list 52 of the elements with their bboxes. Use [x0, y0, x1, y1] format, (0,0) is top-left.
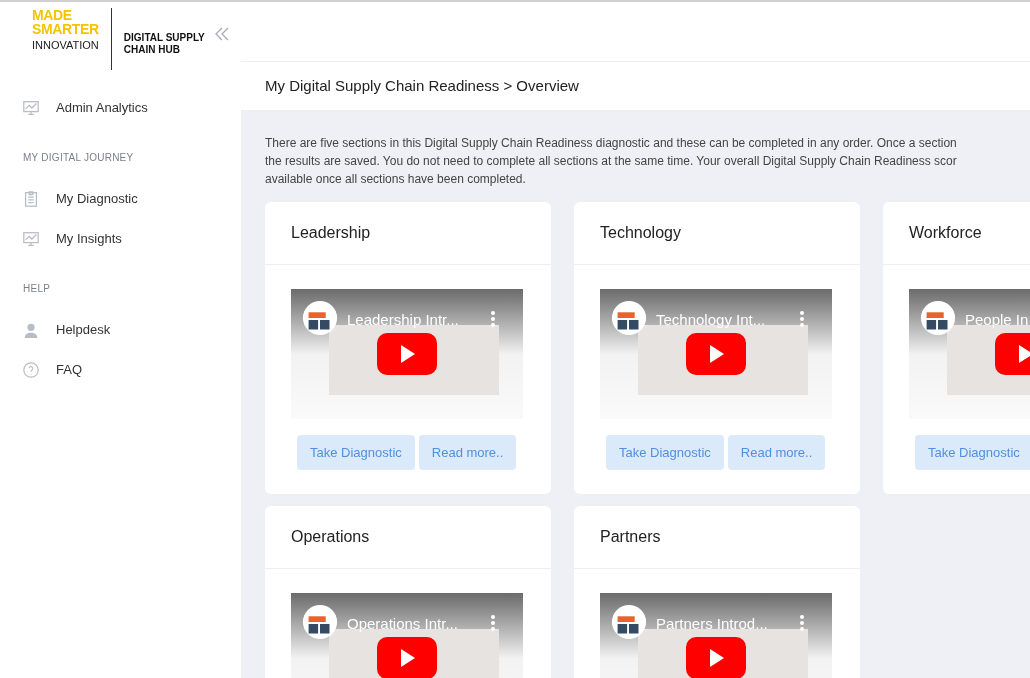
brand-subtitle: INNOVATION — [32, 40, 99, 51]
product-name: DIGITAL SUPPLY CHAIN HUB — [123, 32, 206, 56]
play-icon[interactable] — [686, 637, 746, 678]
take-diagnostic-button[interactable]: Take Diagnostic — [915, 435, 1030, 470]
brand-wordmark: SMARTER — [32, 22, 99, 36]
card-title: Partners — [600, 527, 661, 547]
take-diagnostic-button[interactable]: Take Diagnostic — [606, 435, 724, 470]
nav-item[interactable]: My Insights — [0, 219, 241, 259]
video-title: Partners Introd... — [656, 614, 768, 634]
card-title: Leadership — [291, 223, 371, 243]
video-player[interactable]: Leadership Intr... — [291, 289, 523, 419]
more-options-icon[interactable] — [800, 311, 804, 327]
more-options-icon[interactable] — [491, 615, 495, 631]
intro-paragraph: There are five sections in this Digital Supply Chain Readiness diagnostic and these can be completed in any order. Once a section the results are saved. You do not need to complete all sections at the same time. Your overall Digital Supply Chain Readiness scor available once all sections have been completed. — [265, 135, 958, 188]
nav-item[interactable]: Helpdesk — [0, 310, 241, 350]
nav-item[interactable]: Admin Analytics — [0, 88, 241, 128]
video-player[interactable]: Operations Intr... — [291, 593, 523, 678]
video-title: Leadership Intr... — [347, 310, 459, 330]
more-options-icon[interactable] — [491, 311, 495, 327]
card-title: Operations — [291, 527, 370, 547]
nav-item[interactable]: FAQ — [0, 350, 241, 390]
monitor-chart-icon — [22, 230, 40, 248]
card-title: Technology — [600, 223, 681, 243]
play-icon[interactable] — [377, 637, 437, 678]
channel-logo-icon — [610, 299, 648, 337]
take-diagnostic-button[interactable]: Take Diagnostic — [297, 435, 415, 470]
video-title: Operations Intr... — [347, 614, 458, 634]
nav-section-heading: HELP — [22, 282, 52, 296]
person-headset-icon — [22, 321, 40, 339]
video-title: People In — [965, 310, 1029, 330]
brand-wordmark: MADE — [32, 8, 73, 22]
channel-logo-icon — [919, 299, 957, 337]
video-player[interactable]: Partners Introd... — [600, 593, 832, 678]
play-icon[interactable] — [686, 333, 746, 375]
read-more-button[interactable]: Read more.. — [418, 435, 517, 470]
play-icon[interactable] — [377, 333, 437, 375]
video-title: Technology Int... — [656, 310, 766, 330]
breadcrumb: My Digital Supply Chain Readiness > Overview — [265, 75, 579, 96]
video-player[interactable]: Technology Int... — [600, 289, 832, 419]
collapse-icon[interactable] — [213, 26, 230, 42]
video-player[interactable]: People In — [909, 289, 1030, 419]
nav-item[interactable]: My Diagnostic — [0, 179, 241, 219]
channel-logo-icon — [301, 299, 339, 337]
channel-logo-icon — [301, 603, 339, 641]
monitor-chart-icon — [22, 99, 40, 117]
help-icon — [22, 361, 40, 379]
channel-logo-icon — [610, 603, 648, 641]
more-options-icon[interactable] — [800, 615, 804, 631]
nav-section-heading: MY DIGITAL JOURNEY — [22, 151, 135, 165]
read-more-button[interactable]: Read more.. — [727, 435, 826, 470]
card-title: Workforce — [909, 223, 982, 243]
clipboard-icon — [22, 190, 40, 208]
